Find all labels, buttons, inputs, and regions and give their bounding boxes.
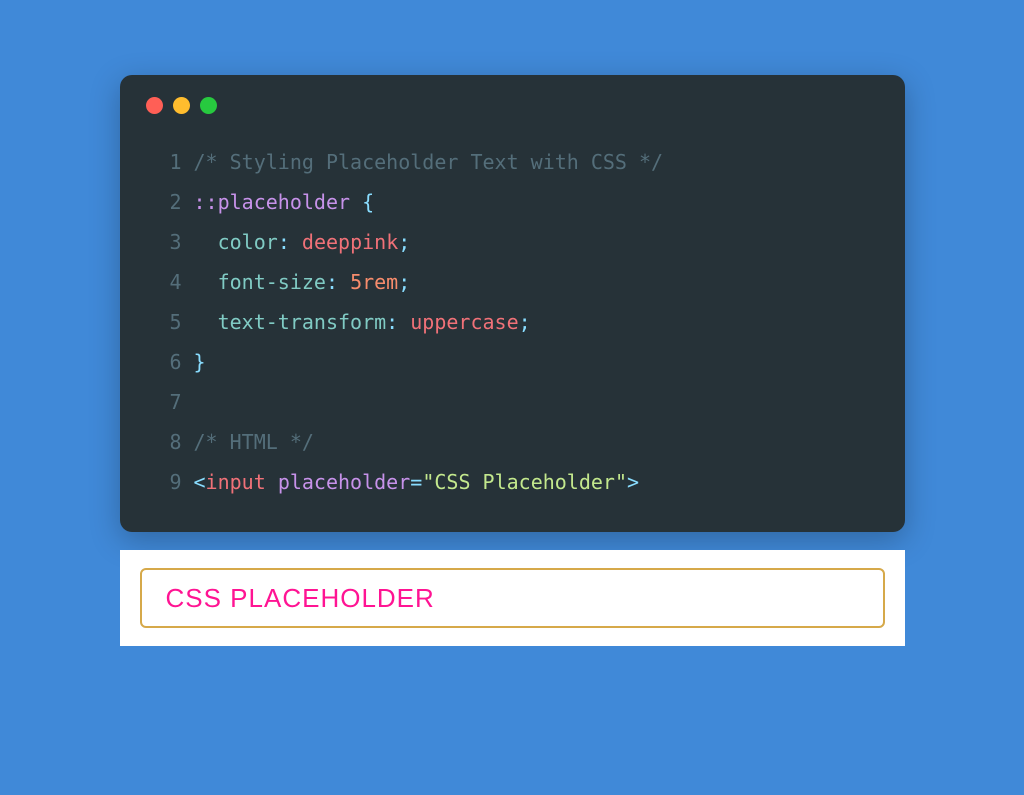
code-tag: input	[206, 462, 266, 502]
line-number: 9	[146, 462, 182, 502]
code-brace: {	[362, 182, 374, 222]
code-line: 3 color: deeppink;	[146, 222, 879, 262]
demo-input[interactable]	[140, 568, 885, 628]
close-icon[interactable]	[146, 97, 163, 114]
line-number: 4	[146, 262, 182, 302]
line-number: 3	[146, 222, 182, 262]
code-editor-window: 1 /* Styling Placeholder Text with CSS *…	[120, 75, 905, 532]
maximize-icon[interactable]	[200, 97, 217, 114]
code-property: text-transform	[218, 302, 387, 342]
line-number: 8	[146, 422, 182, 462]
line-number: 2	[146, 182, 182, 222]
code-value: 5rem	[350, 262, 398, 302]
code-attribute-value: CSS Placeholder	[434, 462, 615, 502]
code-value: uppercase	[410, 302, 518, 342]
code-line: 9 <input placeholder="CSS Placeholder">	[146, 462, 879, 502]
code-line: 6 }	[146, 342, 879, 382]
minimize-icon[interactable]	[173, 97, 190, 114]
code-line: 8 /* HTML */	[146, 422, 879, 462]
line-number: 7	[146, 382, 182, 422]
window-controls	[146, 97, 879, 114]
code-comment: /* Styling Placeholder Text with CSS */	[194, 142, 664, 182]
code-block: 1 /* Styling Placeholder Text with CSS *…	[146, 142, 879, 502]
code-line: 2 ::placeholder {	[146, 182, 879, 222]
code-attribute: placeholder	[278, 462, 410, 502]
line-number: 6	[146, 342, 182, 382]
line-number: 5	[146, 302, 182, 342]
code-comment: /* HTML */	[194, 422, 314, 462]
code-property: color	[218, 222, 278, 262]
code-line: 7	[146, 382, 879, 422]
code-selector: ::placeholder	[194, 182, 351, 222]
code-line: 5 text-transform: uppercase;	[146, 302, 879, 342]
code-value: deeppink	[302, 222, 398, 262]
code-property: font-size	[218, 262, 326, 302]
line-number: 1	[146, 142, 182, 182]
output-panel	[120, 550, 905, 646]
code-line: 4 font-size: 5rem;	[146, 262, 879, 302]
code-line: 1 /* Styling Placeholder Text with CSS *…	[146, 142, 879, 182]
code-brace: }	[194, 342, 206, 382]
